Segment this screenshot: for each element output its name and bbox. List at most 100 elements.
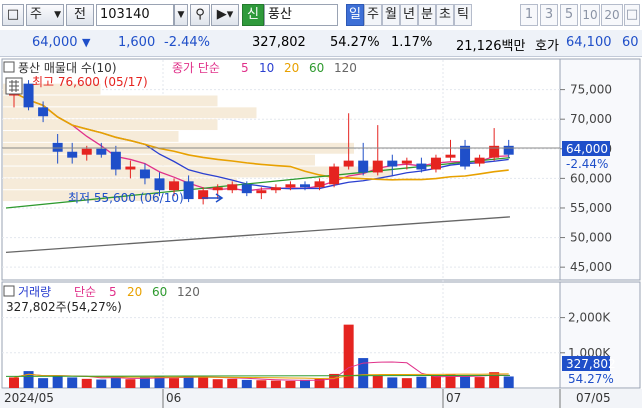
- volume-readout: 327,802주(54,27%): [6, 300, 122, 314]
- candle-down: [52, 142, 63, 152]
- candle-down: [38, 107, 49, 117]
- candle-up: [343, 160, 354, 167]
- grid-icon-lines: [9, 80, 19, 92]
- volume-bar: [23, 371, 34, 388]
- volume-bar: [241, 379, 252, 388]
- volume-bar: [285, 380, 296, 388]
- quote-bar: 64,000 ▼ 1,600 -2.44% 327,802 54.27% 1.1…: [0, 30, 642, 57]
- candle-up: [445, 154, 456, 158]
- candle-up: [474, 157, 485, 164]
- current-volume-axis-label: 327,802: [566, 357, 616, 371]
- volume-bar: [9, 377, 19, 388]
- volume-bar: [81, 378, 92, 388]
- candle-up: [372, 160, 383, 173]
- volume-bar: [110, 376, 121, 388]
- price-tick-label: 45,000: [570, 260, 612, 274]
- period-tick-tab[interactable]: 틱: [454, 4, 472, 26]
- volume-bar: [416, 376, 427, 388]
- stock-code-input[interactable]: 103140: [96, 4, 174, 26]
- interval-1-button[interactable]: 1: [520, 4, 538, 26]
- candle-up: [270, 187, 281, 191]
- ma60-legend: 60: [309, 61, 324, 75]
- candle-up: [401, 160, 412, 164]
- candle-down: [139, 169, 150, 179]
- candle-up: [169, 181, 180, 191]
- candle-down: [183, 181, 194, 200]
- credit-badge: 신: [242, 4, 264, 26]
- volume-bar: [343, 324, 354, 388]
- candle-down: [110, 151, 121, 170]
- volume-profile-bar: [3, 154, 315, 166]
- time-axis: [0, 389, 642, 408]
- volume-profile-bar: [3, 119, 218, 131]
- candle-down: [416, 163, 427, 170]
- volume-ma-label: 단순: [74, 285, 96, 299]
- market-select[interactable]: 주 ▼: [26, 4, 64, 26]
- volume-bar: [300, 379, 310, 388]
- stock-name-field: 풍산: [264, 4, 338, 26]
- vol-ma20-legend: 20: [127, 285, 142, 299]
- time-label-right: 07/05: [576, 391, 611, 405]
- trade-amount: 21,126백만: [456, 39, 526, 54]
- change-percent: -2.44%: [164, 35, 210, 50]
- price-tick-label: 75,000: [570, 83, 612, 97]
- volume-legend-checkbox-icon[interactable]: [3, 285, 15, 297]
- volume-bar: [227, 378, 238, 388]
- interval-3-button[interactable]: 3: [540, 4, 558, 26]
- current-price: 64,000: [32, 35, 78, 50]
- candle-down: [387, 160, 398, 167]
- code-dropdown-icon[interactable]: ▼: [174, 4, 188, 26]
- volume-bar: [38, 378, 49, 388]
- candle-up: [125, 166, 136, 170]
- volume-bar: [489, 372, 500, 388]
- price-tick-label: 70,000: [570, 112, 612, 126]
- speaker-icon[interactable]: ▶▾: [211, 4, 239, 26]
- period-minute-tab[interactable]: 분: [418, 4, 436, 26]
- candle-down: [96, 148, 107, 155]
- search-icon[interactable]: ⚲: [190, 4, 210, 26]
- candle-down: [503, 145, 514, 155]
- interval-10-button[interactable]: 10: [580, 4, 600, 26]
- interval-5-button[interactable]: 5: [560, 4, 578, 26]
- volume-title: 거래량: [18, 285, 51, 299]
- period-second-tab[interactable]: 초: [436, 4, 454, 26]
- volume-profile-bar: [3, 95, 218, 107]
- time-label-0: 2024/05: [4, 391, 54, 405]
- candle-up: [81, 148, 92, 155]
- period-year-tab[interactable]: 년: [400, 4, 418, 26]
- current-price-axis-label: 64,000: [566, 142, 608, 156]
- volume-bar: [430, 375, 441, 388]
- volume-bar: [139, 377, 150, 388]
- candle-up: [212, 187, 223, 191]
- current-pct-axis-label: -2.44%: [566, 157, 608, 171]
- volume-ratio: 54.27%: [330, 35, 380, 50]
- toolbar: □ 주 ▼ 전 103140 ▼ ⚲ ▶▾ 신 풍산 일 주 월 년 분 초 틱…: [0, 0, 642, 31]
- interval-more-button[interactable]: □: [624, 4, 640, 26]
- volume-bar: [401, 378, 412, 388]
- market-select-value: 주: [30, 7, 42, 22]
- vol-ma60-legend: 60: [152, 285, 167, 299]
- candle-up: [227, 184, 238, 191]
- volume-bar: [503, 376, 514, 388]
- volume-bar: [198, 377, 209, 388]
- chart-svg: 75,00070,00065,00060,00055,00050,00045,0…: [0, 57, 642, 408]
- symbol-mode-button[interactable]: 전: [66, 4, 94, 26]
- interval-20-button[interactable]: 20: [601, 4, 623, 26]
- ask-price: 64,100: [566, 35, 612, 50]
- candle-down: [358, 160, 369, 173]
- volume-bar: [169, 378, 180, 388]
- legend-checkbox-icon[interactable]: [3, 61, 15, 73]
- period-week-tab[interactable]: 주: [364, 4, 382, 26]
- layout-icon[interactable]: □: [2, 4, 24, 26]
- chevron-down-icon: ▼: [54, 10, 61, 20]
- period-month-tab[interactable]: 월: [382, 4, 400, 26]
- ma10-legend: 10: [259, 61, 274, 75]
- ask-label: 호가: [535, 39, 559, 54]
- price-tick-label: 60,000: [570, 171, 612, 185]
- vol-ma120-legend: 120: [177, 285, 200, 299]
- volume-bar: [387, 377, 398, 388]
- price-tick-label: 50,000: [570, 231, 612, 245]
- current-volume-pct-label: 54.27%: [568, 372, 614, 386]
- change-down-icon: ▼: [82, 36, 91, 49]
- period-day-tab[interactable]: 일: [346, 4, 364, 26]
